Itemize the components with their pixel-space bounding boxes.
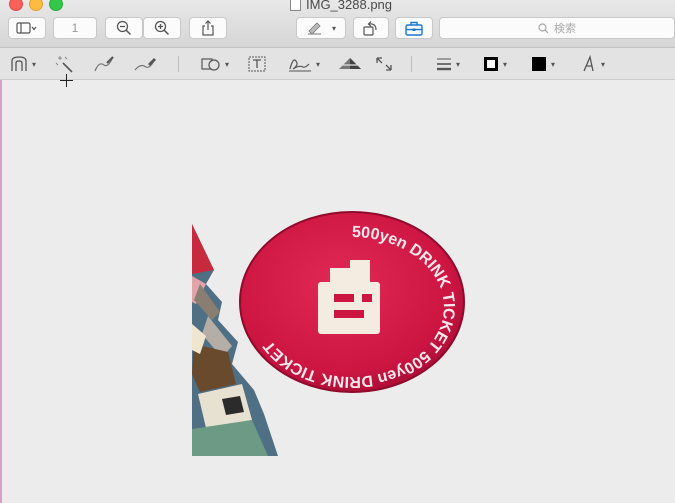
window-left-edge (0, 80, 2, 503)
markup-toolbar-button[interactable] (395, 17, 433, 39)
instant-alpha-tool[interactable] (55, 53, 75, 75)
markup-toolbar: ▾ ▾ ▾ ▾ ▾ ▾ ▾ (0, 48, 675, 80)
drink-ticket-badge: 500yen DRINK TICKET 500yen DRINK TICKET (239, 211, 465, 393)
document-icon (290, 0, 301, 11)
window-title: IMG_3288.png (290, 0, 393, 12)
brush-icon (134, 58, 156, 71)
search-placeholder: 検索 (554, 23, 576, 35)
signature-icon (289, 59, 311, 72)
sketch-tool[interactable] (93, 53, 115, 75)
draw-tool[interactable] (133, 53, 157, 75)
chevron-down-icon: ▾ (503, 59, 508, 69)
zoom-window-button[interactable] (49, 0, 63, 11)
window-titlebar: IMG_3288.png 1 ▾ 検索 (0, 0, 675, 48)
chevron-down-icon: ▾ (601, 59, 606, 69)
toolbar-divider (411, 56, 412, 72)
fill-color-icon (532, 57, 546, 71)
text-style-tool[interactable]: ▾ (580, 53, 605, 75)
share-icon (202, 20, 214, 36)
font-style-icon (583, 55, 594, 72)
text-tool[interactable] (247, 53, 267, 75)
lasso-selection-icon (11, 56, 27, 71)
magic-wand-icon (55, 56, 73, 73)
shapes-tool[interactable]: ▾ (200, 53, 229, 75)
pencil-stroke-icon (94, 56, 114, 72)
sidebar-toggle-button[interactable] (8, 17, 46, 39)
selection-tool[interactable]: ▾ (9, 53, 36, 75)
line-weight-icon (437, 58, 451, 71)
chevron-down-icon: ▾ (32, 59, 37, 69)
zoom-out-button[interactable] (105, 17, 143, 39)
adjust-color-icon (338, 58, 362, 69)
zoom-in-icon (154, 20, 170, 36)
close-window-button[interactable] (9, 0, 23, 11)
fill-color-tool[interactable]: ▾ (530, 53, 555, 75)
crosshair-cursor (60, 74, 73, 87)
rotate-icon (363, 21, 377, 36)
border-color-icon (484, 57, 498, 71)
border-color-tool[interactable]: ▾ (482, 53, 507, 75)
chevron-down-icon: ▾ (456, 59, 461, 69)
toolbox-icon (405, 21, 423, 36)
highlight-button[interactable]: ▾ (296, 17, 346, 39)
search-icon (538, 22, 549, 33)
toolbar-divider (178, 56, 179, 72)
adjust-size-tool[interactable] (374, 53, 394, 75)
rotate-button[interactable] (353, 17, 389, 39)
window-title-text: IMG_3288.png (306, 0, 393, 12)
sign-tool[interactable]: ▾ (287, 53, 320, 75)
adjust-color-tool[interactable] (337, 53, 363, 75)
highlighter-icon (307, 22, 321, 35)
text-box-icon (248, 56, 266, 72)
share-button[interactable] (189, 17, 227, 39)
shape-style-tool[interactable]: ▾ (435, 53, 460, 75)
minimize-window-button[interactable] (29, 0, 43, 11)
sidebar-icon (16, 22, 37, 34)
zoom-in-button[interactable] (143, 17, 181, 39)
chevron-down-icon: ▾ (331, 23, 336, 33)
page-number: 1 (71, 21, 79, 35)
chevron-down-icon: ▾ (225, 59, 230, 69)
zoom-out-icon (116, 20, 132, 36)
search-field[interactable]: 検索 (439, 17, 675, 39)
page-number-field[interactable]: 1 (53, 17, 97, 39)
resize-icon (376, 57, 392, 71)
chevron-down-icon: ▾ (316, 59, 321, 69)
chevron-down-icon: ▾ (551, 59, 556, 69)
shapes-icon (201, 58, 220, 71)
